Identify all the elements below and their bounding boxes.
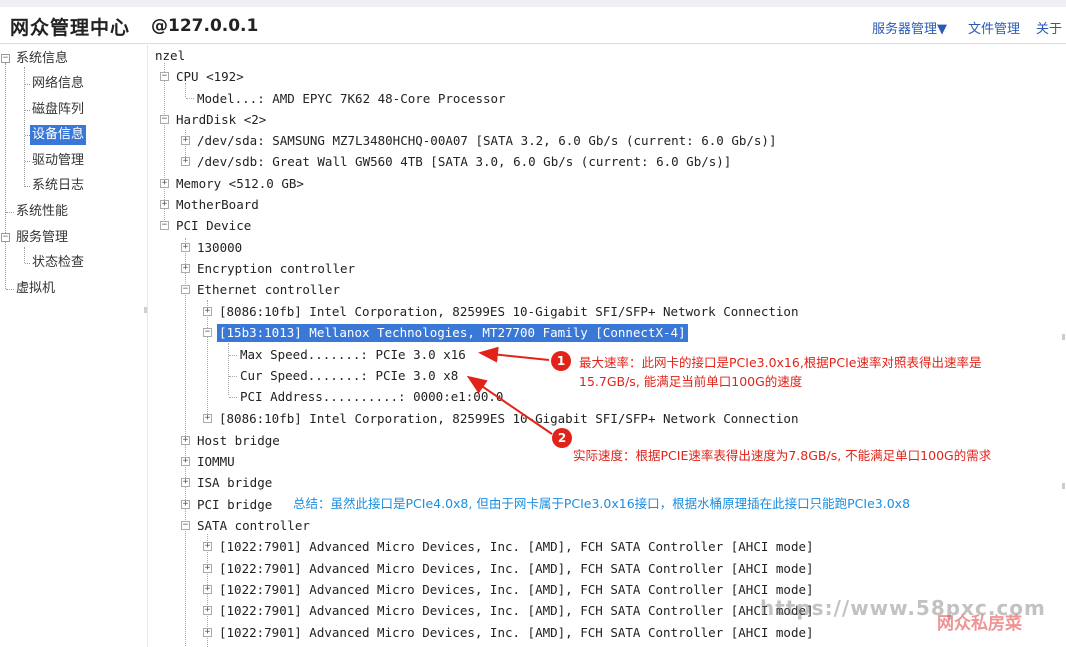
annotation-summary: 总结：虽然此接口是PCIe4.0x8, 但由于网卡属于PCIe3.0x16接口，…	[293, 496, 911, 511]
annotation-arrows	[466, 346, 553, 435]
arrow-to-cur-speed	[466, 375, 553, 435]
annotation-max-speed-line2: 15.7GB/s, 能满足当前单口100G的速度	[579, 374, 803, 389]
scroll-indicator	[1062, 483, 1065, 489]
annotation-badge-1: 1	[551, 351, 571, 371]
annotation-max-speed-line1: 最大速率：此网卡的接口是PCIe3.0x16,根据PCIe速率对照表得出速率是	[579, 355, 982, 370]
arrow-to-max-speed	[478, 346, 550, 363]
annotation-cur-speed: 实际速度：根据PCIE速率表得出速度为7.8GB/s, 不能满足单口100G的需…	[573, 448, 992, 463]
watermark-name: 网众私房菜	[937, 614, 1022, 634]
annotation-badge-2: 2	[552, 428, 572, 448]
scroll-indicator	[1062, 334, 1065, 340]
